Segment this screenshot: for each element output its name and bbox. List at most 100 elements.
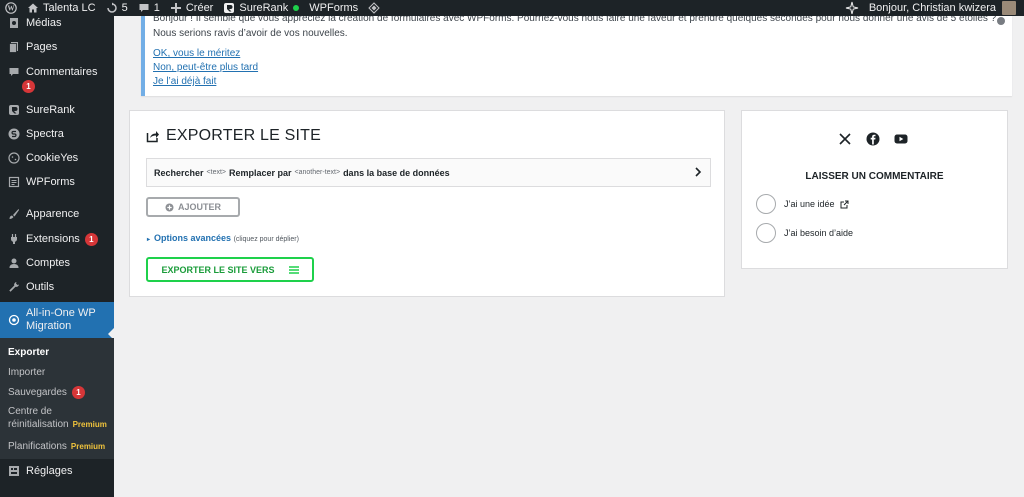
sidebar-item-settings[interactable]: Réglages xyxy=(0,463,114,479)
comments-count: 1 xyxy=(153,2,160,14)
comments-link[interactable]: 1 xyxy=(133,0,165,16)
premium-badge: Premium xyxy=(70,442,106,451)
settings-icon xyxy=(9,466,19,476)
surerank-label: SureRank xyxy=(239,2,289,14)
submenu-reset-label-2: réinitialisation xyxy=(8,419,69,430)
sidebar-item-extensions[interactable]: Extensions 1 xyxy=(0,231,114,247)
sidebar-item-label: Réglages xyxy=(26,465,73,477)
wpforms-label: WPForms xyxy=(309,2,359,14)
idea-option[interactable]: J’ai une idée xyxy=(756,194,849,214)
submenu-backups[interactable]: Sauvegardes 1 xyxy=(8,386,85,399)
notice-link-ok[interactable]: OK, vous le méritez xyxy=(153,48,240,59)
search-label: Rechercher xyxy=(154,167,204,178)
dismiss-icon[interactable] xyxy=(996,16,1006,26)
diamond-link[interactable] xyxy=(363,0,385,16)
avatar[interactable] xyxy=(1002,1,1016,15)
sidebar-item-users[interactable]: Comptes xyxy=(0,255,114,271)
in-database-label: dans la base de données xyxy=(343,167,450,178)
plus-circle-icon xyxy=(165,203,174,211)
feedback-panel: LAISSER UN COMMENTAIRE J’ai une idée J’a… xyxy=(741,110,1008,269)
create-link[interactable]: Créer xyxy=(165,0,219,16)
idea-radio[interactable] xyxy=(756,194,776,214)
sidebar-item-label: Commentaires xyxy=(26,66,98,78)
sidebar-item-pages[interactable]: Pages xyxy=(0,39,114,55)
chevron-right-icon[interactable] xyxy=(694,167,702,177)
create-label: Créer xyxy=(185,2,214,14)
sidebar-item-all-in-one-wp-migration[interactable]: All-in-One WP Migration xyxy=(0,302,114,338)
submenu-reset-center[interactable]: Centre de réinitialisation Premium xyxy=(8,405,107,431)
site-name-link[interactable]: Talenta LC xyxy=(22,0,101,16)
sidebar-item-spectra[interactable]: Spectra xyxy=(0,126,114,142)
submenu-backups-label: Sauvegardes xyxy=(8,387,67,398)
notice-text-2: Nous serions ravis d’avoir de vos nouvel… xyxy=(153,28,348,39)
sidebar-item-label: CookieYes xyxy=(26,152,79,164)
sidebar-item-surerank[interactable]: SureRank xyxy=(0,102,114,118)
account-menu[interactable]: Bonjour, Christian kwizera xyxy=(840,0,1024,16)
help-option[interactable]: J’ai besoin d’aide xyxy=(756,223,853,243)
export-panel: EXPORTER LE SITE Rechercher <text> Rempl… xyxy=(129,110,725,297)
sidebar-item-label: Apparence xyxy=(26,208,80,220)
submenu-reset-label: Centre de xyxy=(8,406,52,417)
wpforms-link[interactable]: WPForms xyxy=(304,0,363,16)
sidebar-item-label: Outils xyxy=(26,281,55,293)
sparkle-icon[interactable] xyxy=(845,1,859,15)
admin-sidebar: Médias Pages Commentaires 1 SureRank Spe… xyxy=(0,16,114,497)
updates-link[interactable]: 5 xyxy=(101,0,133,16)
submenu-schedules[interactable]: Planifications Premium xyxy=(8,440,105,453)
admin-bar: W Talenta LC 5 1 Créer SureRank WPForms … xyxy=(0,0,1024,16)
user-icon xyxy=(9,258,19,268)
sidebar-item-wpforms[interactable]: WPForms xyxy=(0,174,114,190)
wrench-icon xyxy=(9,282,19,292)
diamond-icon xyxy=(368,2,380,14)
caret-right-icon: ▸ xyxy=(147,237,151,243)
plugin-icon xyxy=(11,234,17,244)
cookie-icon xyxy=(8,152,20,164)
advanced-options-label: Options avancées xyxy=(154,233,232,243)
greeting: Bonjour, Christian kwizera xyxy=(868,2,996,14)
wordpress-logo-icon[interactable]: W xyxy=(0,0,22,16)
notice-link-already[interactable]: Je l’ai déjà fait xyxy=(153,76,216,87)
submenu-schedules-label: Planifications xyxy=(8,441,67,452)
sidebar-item-media[interactable]: Médias xyxy=(0,16,114,30)
submenu-export[interactable]: Exporter xyxy=(8,346,49,359)
advanced-options-toggle[interactable]: ▸ Options avancées (cliquez pour déplier) xyxy=(147,233,299,243)
notice-link-later[interactable]: Non, peut-être plus tard xyxy=(153,62,258,73)
text-placeholder: <text> xyxy=(206,169,226,176)
help-radio[interactable] xyxy=(756,223,776,243)
status-dot xyxy=(293,5,300,11)
updates-count: 5 xyxy=(121,2,128,14)
facebook-icon[interactable] xyxy=(866,132,880,146)
add-button-label: AJOUTER xyxy=(177,202,221,212)
sidebar-item-label: All-in-One WP Migration xyxy=(26,307,96,332)
review-notice: Bonjour ! Il semble que vous appréciez l… xyxy=(141,13,1012,96)
sidebar-item-appearance[interactable]: Apparence xyxy=(0,206,114,222)
x-twitter-icon[interactable] xyxy=(838,132,852,146)
plus-icon xyxy=(170,3,181,13)
youtube-icon[interactable] xyxy=(894,132,908,146)
sidebar-item-label: Extensions xyxy=(26,233,80,245)
sidebar-item-label: WPForms xyxy=(26,176,75,188)
extensions-badge: 1 xyxy=(84,232,98,246)
another-text-placeholder: <another-text> xyxy=(294,169,341,176)
find-replace-row[interactable]: Rechercher <text> Remplacer par <another… xyxy=(146,158,711,187)
sidebar-item-cookieyes[interactable]: CookieYes xyxy=(0,150,114,166)
sidebar-item-label: SureRank xyxy=(26,104,75,116)
submenu-import[interactable]: Importer xyxy=(8,366,45,379)
sidebar-item-comments[interactable]: Commentaires xyxy=(0,64,114,80)
social-icons xyxy=(838,132,908,146)
sidebar-item-label: Comptes xyxy=(26,257,71,269)
sidebar-item-tools[interactable]: Outils xyxy=(0,279,114,295)
replace-label: Remplacer par xyxy=(229,167,292,178)
updates-icon xyxy=(106,2,117,13)
svg-text:W: W xyxy=(8,5,15,13)
sidebar-item-label: Médias xyxy=(26,17,62,29)
comment-icon xyxy=(139,4,149,12)
brush-icon xyxy=(9,209,19,219)
external-link-icon xyxy=(840,200,849,208)
export-site-to-button[interactable]: EXPORTER LE SITE VERS xyxy=(146,257,314,282)
premium-badge: Premium xyxy=(72,420,107,429)
add-button[interactable]: AJOUTER xyxy=(146,197,240,217)
sidebar-item-label: Pages xyxy=(26,41,58,53)
surerank-link[interactable]: SureRank xyxy=(218,0,304,16)
page-title: EXPORTER LE SITE xyxy=(146,127,321,145)
